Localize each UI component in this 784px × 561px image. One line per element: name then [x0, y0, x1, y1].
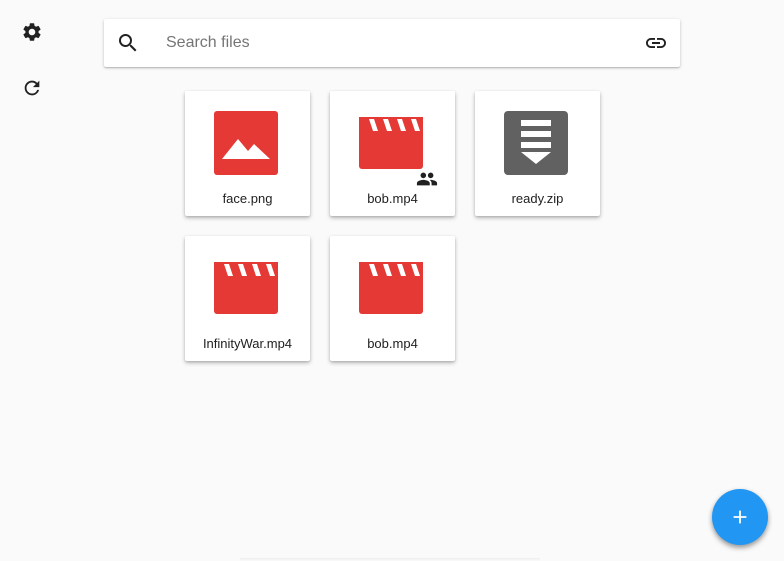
file-name: bob.mp4: [367, 191, 418, 206]
file-name: ready.zip: [511, 191, 564, 206]
plus-icon: [733, 510, 747, 524]
file-tile[interactable]: bob.mp4: [330, 91, 455, 216]
file-grid: face.png bob.mp4 ready.zip InfinityWar.m…: [185, 91, 605, 361]
image-file-icon: [214, 111, 278, 175]
search-input[interactable]: [166, 27, 626, 59]
video-file-icon: [359, 256, 423, 320]
gear-icon: [23, 23, 41, 41]
add-file-button[interactable]: [712, 489, 768, 545]
file-tile[interactable]: InfinityWar.mp4: [185, 236, 310, 361]
file-name: InfinityWar.mp4: [202, 336, 293, 351]
file-name: bob.mp4: [367, 336, 418, 351]
search-bar: [104, 19, 680, 67]
search-icon[interactable]: [116, 31, 140, 55]
video-file-icon: [359, 111, 423, 175]
refresh-button[interactable]: [20, 76, 44, 100]
link-icon[interactable]: [644, 31, 668, 55]
file-tile[interactable]: face.png: [185, 91, 310, 216]
file-tile[interactable]: bob.mp4: [330, 236, 455, 361]
archive-file-icon: [504, 111, 568, 175]
settings-gear-icon[interactable]: [20, 20, 44, 44]
video-file-icon: [214, 256, 278, 320]
refresh-icon: [24, 80, 40, 96]
file-tile[interactable]: ready.zip: [475, 91, 600, 216]
shared-people-icon: [416, 171, 438, 187]
file-name: face.png: [222, 191, 273, 206]
